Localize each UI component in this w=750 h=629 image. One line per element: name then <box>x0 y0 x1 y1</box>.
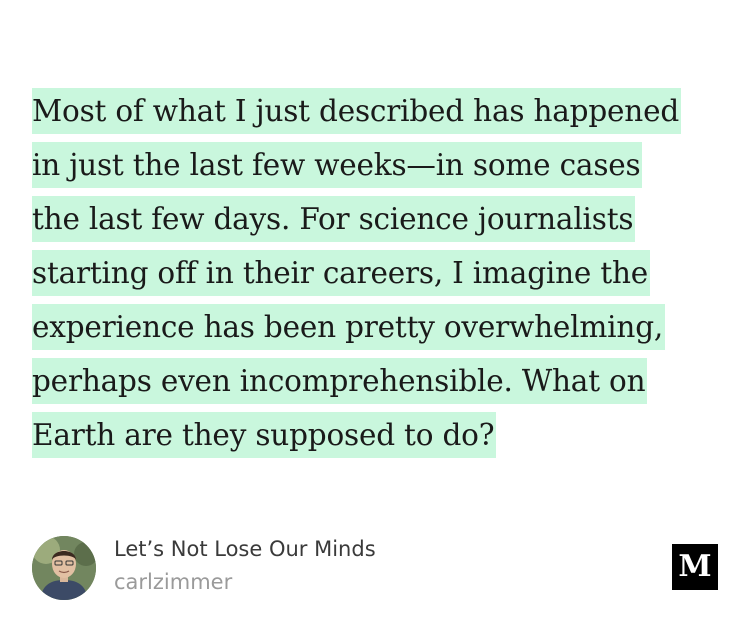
story-footer[interactable]: Let’s Not Lose Our Minds carlzimmer M <box>32 532 718 602</box>
story-title[interactable]: Let’s Not Lose Our Minds <box>114 537 376 561</box>
highlighted-quote: Most of what I just described has happen… <box>32 84 722 462</box>
quote-line: perhaps even incomprehensible. What on <box>32 354 722 408</box>
quote-line-text: experience has been pretty overwhelming, <box>32 304 666 350</box>
quote-line: Earth are they supposed to do? <box>32 408 722 462</box>
quote-line: experience has been pretty overwhelming, <box>32 300 722 354</box>
author-name[interactable]: carlzimmer <box>114 570 232 594</box>
quote-line-text: in just the last few weeks—in some cases <box>32 142 643 188</box>
quote-line: Most of what I just described has happen… <box>32 84 722 138</box>
quote-line-text: the last few days. For science journalis… <box>32 196 636 242</box>
quote-line: starting off in their careers, I imagine… <box>32 246 722 300</box>
author-photo-icon <box>32 536 96 600</box>
author-avatar[interactable] <box>32 536 96 600</box>
quote-line-text: starting off in their careers, I imagine… <box>32 250 651 296</box>
quote-line-text: Earth are they supposed to do? <box>32 412 497 458</box>
quote-line-text: perhaps even incomprehensible. What on <box>32 358 648 404</box>
quote-card: Most of what I just described has happen… <box>0 0 750 629</box>
quote-line-text: Most of what I just described has happen… <box>32 88 682 134</box>
quote-line: the last few days. For science journalis… <box>32 192 722 246</box>
medium-logo[interactable]: M <box>672 544 718 590</box>
quote-line: in just the last few weeks—in some cases <box>32 138 722 192</box>
